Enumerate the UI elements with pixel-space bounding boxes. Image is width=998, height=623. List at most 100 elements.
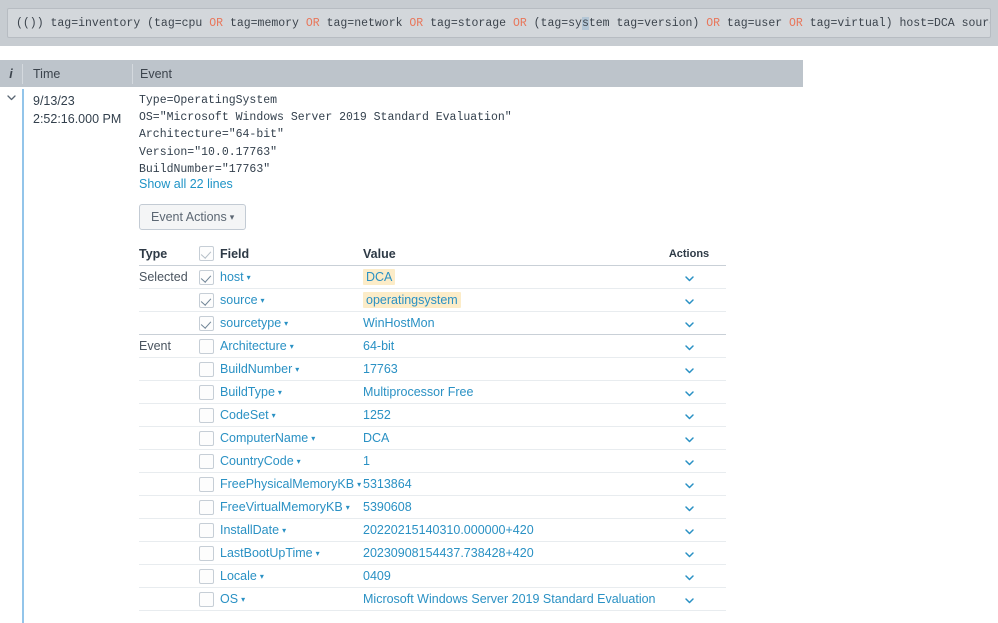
field-name-label: InstallDate <box>220 523 280 537</box>
field-row-checkbox[interactable] <box>199 500 214 515</box>
field-row-action-menu[interactable] <box>659 473 719 498</box>
chevron-down-icon: ▾ <box>289 342 294 351</box>
chevron-down-icon: ▾ <box>246 273 251 282</box>
field-row-name[interactable]: BuildType ▾ <box>220 381 282 405</box>
field-row-action-menu[interactable] <box>659 289 719 314</box>
search-text-fragment: tag=storage <box>423 17 513 30</box>
checkbox-box <box>199 454 214 469</box>
field-name-label: LastBootUpTime <box>220 546 313 560</box>
search-text-selection: s <box>581 17 589 30</box>
field-row-action-menu[interactable] <box>659 404 719 429</box>
field-row-checkbox[interactable] <box>199 385 214 400</box>
event-selected-accent-bar <box>22 89 24 623</box>
field-name-label: FreeVirtualMemoryKB <box>220 500 343 514</box>
field-name-label: CountryCode <box>220 454 294 468</box>
field-row-action-menu[interactable] <box>659 542 719 567</box>
field-row-checkbox[interactable] <box>199 592 214 607</box>
field-row-checkbox[interactable] <box>199 546 214 561</box>
field-row-checkbox[interactable] <box>199 431 214 446</box>
event-raw-line: BuildNumber="17763" <box>139 162 271 176</box>
field-row-name[interactable]: host ▾ <box>220 266 251 290</box>
field-row-name[interactable]: InstallDate ▾ <box>220 519 286 543</box>
field-row-name[interactable]: Architecture ▾ <box>220 335 294 359</box>
chevron-down-icon <box>683 312 696 335</box>
field-row-action-menu[interactable] <box>659 496 719 521</box>
field-value-text: WinHostMon <box>363 316 435 330</box>
field-row-checkbox[interactable] <box>199 316 214 331</box>
checkbox-box <box>199 339 214 354</box>
chevron-down-icon: ▾ <box>295 365 300 374</box>
field-row-name[interactable]: LastBootUpTime ▾ <box>220 542 320 566</box>
field-row-checkbox[interactable] <box>199 408 214 423</box>
field-row-name[interactable]: CodeSet ▾ <box>220 404 276 428</box>
field-row-checkbox[interactable] <box>199 454 214 469</box>
field-row-checkbox[interactable] <box>199 569 214 584</box>
chevron-down-icon: ▾ <box>260 296 265 305</box>
search-query-input[interactable]: (()) tag=inventory (tag=cpu OR tag=memor… <box>7 8 991 38</box>
chevron-down-icon <box>683 588 696 611</box>
chevron-down-icon: ▾ <box>259 572 264 581</box>
chevron-down-icon: ▾ <box>284 319 289 328</box>
field-row-name[interactable]: Locale ▾ <box>220 565 264 589</box>
field-row-name[interactable]: FreeVirtualMemoryKB ▾ <box>220 496 350 520</box>
event-actions-button[interactable]: Event Actions ▾ <box>139 204 247 230</box>
field-row-checkbox[interactable] <box>199 293 214 308</box>
field-row-name[interactable]: source ▾ <box>220 289 265 313</box>
show-all-lines-link[interactable]: Show all 22 lines <box>139 177 233 191</box>
event-expand-chevron-icon[interactable] <box>0 89 22 111</box>
field-name-label: BuildNumber <box>220 362 293 376</box>
search-text-fragment: tag=user <box>720 17 790 30</box>
search-keyword-or: OR <box>706 17 721 30</box>
column-header-time[interactable]: Time <box>33 60 60 88</box>
field-row-value: 5390608 <box>363 496 412 519</box>
field-row-action-menu[interactable] <box>659 266 719 291</box>
field-row-checkbox[interactable] <box>199 339 214 354</box>
chevron-down-icon <box>683 565 696 588</box>
search-text-fragment: tem tag=version) <box>588 17 707 30</box>
field-name-label: source <box>220 293 258 307</box>
field-row-name[interactable]: ComputerName ▾ <box>220 427 315 451</box>
fields-select-all-checkbox[interactable] <box>199 246 214 261</box>
chevron-down-icon <box>683 473 696 496</box>
chevron-down-icon: ▾ <box>271 411 276 420</box>
field-row-checkbox[interactable] <box>199 362 214 377</box>
chevron-down-icon <box>683 266 696 289</box>
field-row-action-menu[interactable] <box>659 450 719 475</box>
event-row-gutter <box>0 89 22 623</box>
column-header-info[interactable]: i <box>0 60 22 88</box>
column-header-event[interactable]: Event <box>140 60 172 88</box>
field-row-name[interactable]: BuildNumber ▾ <box>220 358 299 382</box>
checkbox-box <box>199 362 214 377</box>
chevron-down-icon: ▾ <box>311 434 316 443</box>
field-row-value: 1252 <box>363 404 391 427</box>
fields-table-row: BuildType ▾ Multiprocessor Free <box>139 381 726 404</box>
field-value-text: 5390608 <box>363 500 412 514</box>
field-row-checkbox[interactable] <box>199 270 214 285</box>
field-row-action-menu[interactable] <box>659 519 719 544</box>
field-row-name[interactable]: FreePhysicalMemoryKB ▾ <box>220 473 361 497</box>
field-value-text: Microsoft Windows Server 2019 Standard E… <box>363 592 656 606</box>
field-row-action-menu[interactable] <box>659 358 719 383</box>
checkbox-box <box>199 569 214 584</box>
field-row-checkbox[interactable] <box>199 477 214 492</box>
event-raw-line: Type=OperatingSystem <box>139 94 278 107</box>
field-row-name[interactable]: OS ▾ <box>220 588 245 612</box>
field-row-value: operatingsystem <box>363 289 461 312</box>
field-row-checkbox[interactable] <box>199 523 214 538</box>
search-keyword-or: OR <box>409 17 424 30</box>
field-row-action-menu[interactable] <box>659 588 719 613</box>
field-row-action-menu[interactable] <box>659 381 719 406</box>
chevron-down-icon <box>683 404 696 427</box>
field-row-action-menu[interactable] <box>659 312 719 337</box>
field-row-name[interactable]: sourcetype ▾ <box>220 312 288 336</box>
field-row-action-menu[interactable] <box>659 565 719 590</box>
checkbox-box <box>199 293 214 308</box>
search-keyword-or: OR <box>209 17 224 30</box>
field-name-label: FreePhysicalMemoryKB <box>220 477 355 491</box>
field-row-action-menu[interactable] <box>659 427 719 452</box>
field-row-name[interactable]: CountryCode ▾ <box>220 450 301 474</box>
field-row-value: 0409 <box>363 565 391 588</box>
checkbox-box <box>199 546 214 561</box>
field-row-action-menu[interactable] <box>659 335 719 360</box>
chevron-down-icon <box>683 289 696 312</box>
